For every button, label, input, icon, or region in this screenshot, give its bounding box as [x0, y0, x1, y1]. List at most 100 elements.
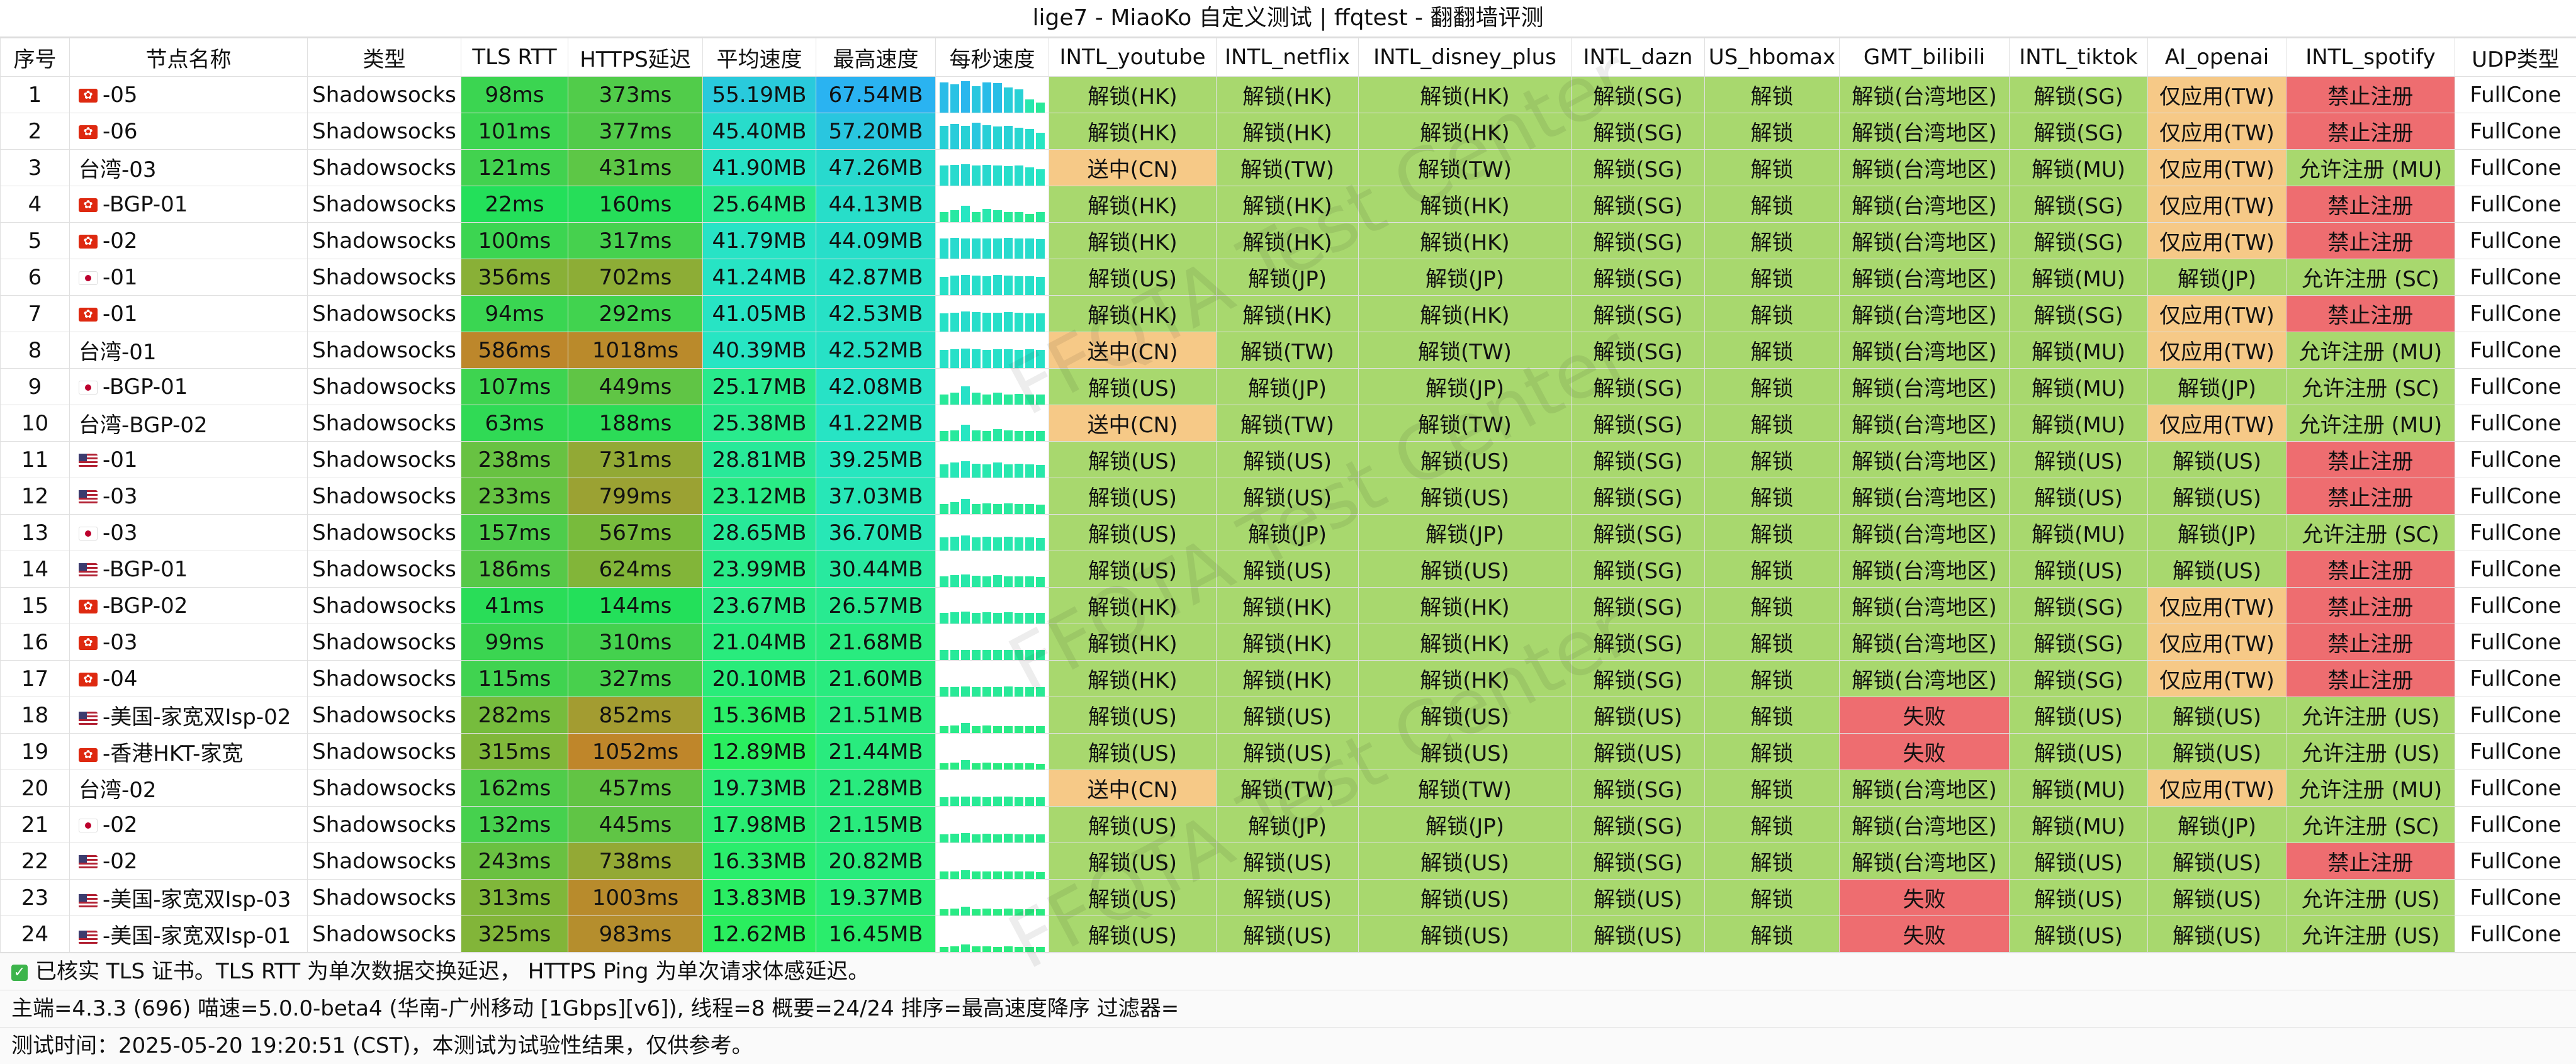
table-row[interactable]: 5-02Shadowsocks100ms317ms41.79MB44.09MB解… — [1, 223, 2576, 259]
column-header[interactable]: 平均速度 — [703, 38, 816, 77]
udp-type-cell: FullCone — [2455, 332, 2576, 369]
column-header[interactable]: INTL_disney_plus — [1359, 38, 1572, 77]
youtube-cell: 解锁(HK) — [1049, 588, 1217, 624]
window-title: lige7 - MiaoKo 自定义测试 | ffqtest - 翻翻墙评测 — [0, 0, 2576, 38]
table-row[interactable]: 11-01Shadowsocks238ms731ms28.81MB39.25MB… — [1, 442, 2576, 478]
netflix-cell: 解锁(US) — [1217, 843, 1359, 880]
sparkline-bar — [950, 687, 959, 697]
column-header[interactable]: 最高速度 — [816, 38, 936, 77]
column-header[interactable]: 每秒速度 — [936, 38, 1049, 77]
netflix-cell: 解锁(US) — [1217, 442, 1359, 478]
openai-cell: 解锁(JP) — [2148, 259, 2286, 296]
node-name-cell: -03 — [70, 478, 308, 515]
table-row[interactable]: 16-03Shadowsocks99ms310ms21.04MB21.68MB解… — [1, 624, 2576, 661]
sparkline-bar — [950, 575, 959, 587]
sparkline-bar — [1025, 726, 1034, 733]
table-row[interactable]: 10台湾-BGP-02Shadowsocks63ms188ms25.38MB41… — [1, 405, 2576, 442]
table-row[interactable]: 14-BGP-01Shadowsocks186ms624ms23.99MB30.… — [1, 551, 2576, 588]
openai-cell: 仅应用(TW) — [2148, 661, 2286, 697]
table-row[interactable]: 15-BGP-02Shadowsocks41ms144ms23.67MB26.5… — [1, 588, 2576, 624]
avg-speed-cell: 55.19MB — [703, 77, 816, 113]
type-cell: Shadowsocks — [308, 661, 461, 697]
udp-type-cell: FullCone — [2455, 916, 2576, 953]
table-row[interactable]: 3台湾-03Shadowsocks121ms431ms41.90MB47.26M… — [1, 150, 2576, 186]
openai-cell: 仅应用(TW) — [2148, 624, 2286, 661]
bilibili-cell: 解锁(台湾地区) — [1840, 186, 2010, 223]
dazn-cell: 解锁(SG) — [1572, 551, 1705, 588]
column-header[interactable]: TLS RTT — [461, 38, 568, 77]
table-row[interactable]: 7-01Shadowsocks94ms292ms41.05MB42.53MB解锁… — [1, 296, 2576, 332]
udp-type-cell: FullCone — [2455, 551, 2576, 588]
sparkline-bar — [950, 502, 959, 514]
openai-cell: 仅应用(TW) — [2148, 223, 2286, 259]
tls-rtt-cell: 99ms — [461, 624, 568, 661]
column-header[interactable]: US_hbomax — [1705, 38, 1840, 77]
table-row[interactable]: 1-05Shadowsocks98ms373ms55.19MB67.54MB解锁… — [1, 77, 2576, 113]
sparkline-bar — [940, 537, 948, 551]
table-row[interactable]: 4-BGP-01Shadowsocks22ms160ms25.64MB44.13… — [1, 186, 2576, 223]
sparkline-bar — [1015, 613, 1023, 624]
dazn-cell: 解锁(SG) — [1572, 405, 1705, 442]
sparkline-bar — [972, 393, 981, 405]
column-header[interactable]: AI_openai — [2148, 38, 2286, 77]
column-header[interactable]: 节点名称 — [70, 38, 308, 77]
table-row[interactable]: 19-香港HKT-家宽Shadowsocks315ms1052ms12.89MB… — [1, 734, 2576, 770]
table-row[interactable]: 22-02Shadowsocks243ms738ms16.33MB20.82MB… — [1, 843, 2576, 880]
openai-cell: 解锁(US) — [2148, 551, 2286, 588]
sparkline-bar — [982, 350, 991, 368]
type-cell: Shadowsocks — [308, 442, 461, 478]
netflix-cell: 解锁(JP) — [1217, 369, 1359, 405]
node-name-cell: -香港HKT-家宽 — [70, 734, 308, 770]
sparkline-bar — [1025, 537, 1034, 551]
udp-type-cell: FullCone — [2455, 807, 2576, 843]
table-row[interactable]: 13-03Shadowsocks157ms567ms28.65MB36.70MB… — [1, 515, 2576, 551]
column-header[interactable]: INTL_spotify — [2286, 38, 2455, 77]
table-row[interactable]: 21-02Shadowsocks132ms445ms17.98MB21.15MB… — [1, 807, 2576, 843]
sparkline-bar — [982, 687, 991, 697]
tls-rtt-cell: 157ms — [461, 515, 568, 551]
column-header[interactable]: HTTPS延迟 — [568, 38, 703, 77]
column-header[interactable]: 类型 — [308, 38, 461, 77]
table-row[interactable]: 24-美国-家宽双Isp-01Shadowsocks325ms983ms12.6… — [1, 916, 2576, 953]
table-row[interactable]: 18-美国-家宽双Isp-02Shadowsocks282ms852ms15.3… — [1, 697, 2576, 734]
row-index: 9 — [1, 369, 70, 405]
table-row[interactable]: 23-美国-家宽双Isp-03Shadowsocks313ms1003ms13.… — [1, 880, 2576, 916]
sparkline-bar — [1025, 834, 1034, 843]
openai-cell: 解锁(US) — [2148, 478, 2286, 515]
column-header[interactable]: UDP类型 — [2455, 38, 2576, 77]
sparkline-bar — [940, 650, 948, 660]
table-row[interactable]: 8台湾-01Shadowsocks586ms1018ms40.39MB42.52… — [1, 332, 2576, 369]
table-row[interactable]: 2-06Shadowsocks101ms377ms45.40MB57.20MB解… — [1, 113, 2576, 150]
column-header[interactable]: GMT_bilibili — [1840, 38, 2010, 77]
netflix-cell: 解锁(JP) — [1217, 807, 1359, 843]
table-row[interactable]: 6-01Shadowsocks356ms702ms41.24MB42.87MB解… — [1, 259, 2576, 296]
avg-speed-cell: 12.89MB — [703, 734, 816, 770]
column-header[interactable]: INTL_netflix — [1217, 38, 1359, 77]
table-row[interactable]: 20台湾-02Shadowsocks162ms457ms19.73MB21.28… — [1, 770, 2576, 807]
max-speed-cell: 36.70MB — [816, 515, 936, 551]
row-index: 13 — [1, 515, 70, 551]
youtube-cell: 解锁(US) — [1049, 697, 1217, 734]
sparkline-bar — [961, 425, 970, 442]
dazn-cell: 解锁(SG) — [1572, 661, 1705, 697]
column-header[interactable]: 序号 — [1, 38, 70, 77]
column-header[interactable]: INTL_youtube — [1049, 38, 1217, 77]
bilibili-cell: 解锁(台湾地区) — [1840, 843, 2010, 880]
jp-flag-icon — [79, 527, 98, 540]
table-row[interactable]: 9-BGP-01Shadowsocks107ms449ms25.17MB42.0… — [1, 369, 2576, 405]
sparkline-bar — [993, 349, 1002, 368]
sparkline-bar — [1015, 350, 1023, 368]
sparkline-bar — [972, 797, 981, 806]
column-header[interactable]: INTL_tiktok — [2010, 38, 2148, 77]
tls-rtt-cell: 313ms — [461, 880, 568, 916]
sparkline-bar — [961, 574, 970, 587]
column-header[interactable]: INTL_dazn — [1572, 38, 1705, 77]
table-row[interactable]: 12-03Shadowsocks233ms799ms23.12MB37.03MB… — [1, 478, 2576, 515]
table-row[interactable]: 17-04Shadowsocks115ms327ms20.10MB21.60MB… — [1, 661, 2576, 697]
max-speed-cell: 37.03MB — [816, 478, 936, 515]
sparkline-bar — [1004, 576, 1013, 587]
speed-sparkline — [936, 734, 1049, 770]
row-index: 11 — [1, 442, 70, 478]
sparkline-bar — [1004, 909, 1013, 916]
sparkline-bar — [950, 84, 959, 113]
